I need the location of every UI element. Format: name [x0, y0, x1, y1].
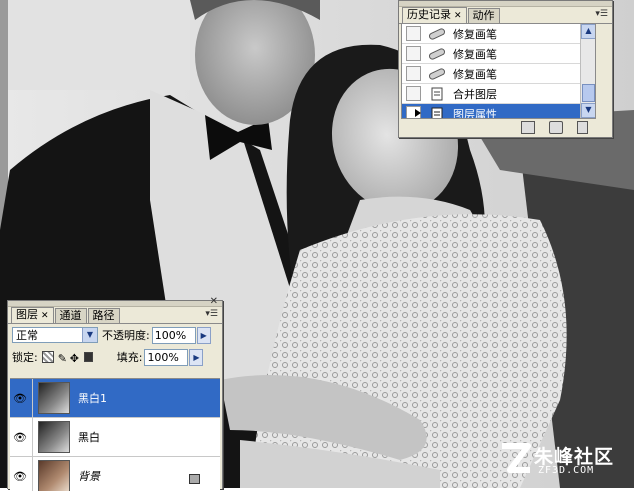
history-item-label: 图层属性: [453, 107, 497, 119]
fill-slider-arrow-icon[interactable]: ▶: [189, 348, 204, 366]
layer-name[interactable]: 背景: [78, 468, 100, 484]
padlock-icon: [189, 474, 200, 484]
panel-menu-icon[interactable]: ▾☰: [595, 9, 608, 19]
lock-fill-row: 锁定: ✎ ✥ 填充: 100% ▶: [8, 346, 222, 368]
watermark-subtext: ZF3D.COM: [538, 465, 595, 476]
lock-label: 锁定:: [12, 351, 38, 364]
opacity-label: 不透明度:: [102, 329, 150, 342]
history-item[interactable]: 修复画笔: [402, 44, 595, 64]
tab-channels[interactable]: 通道: [54, 308, 87, 323]
lock-transparent-icon[interactable]: [41, 351, 54, 363]
column-divider: [32, 379, 33, 417]
snapshot-source-checkbox[interactable]: [406, 66, 421, 81]
opacity-slider-arrow-icon[interactable]: ▶: [196, 326, 211, 344]
new-document-from-state-icon[interactable]: [521, 120, 535, 134]
layer-row-selected[interactable]: 👁 黑白1: [10, 379, 220, 418]
watermark-logo: 朱峰社区 ZF3D.COM: [498, 436, 628, 482]
tab-layers[interactable]: 图层 ✕: [11, 307, 54, 323]
healing-brush-icon: [428, 67, 446, 80]
fill-input[interactable]: 100%: [144, 348, 189, 366]
tab-history[interactable]: 历史记录 ✕: [402, 7, 467, 23]
document-step-icon: [431, 107, 443, 118]
eye-visibility-icon[interactable]: 👁: [10, 431, 30, 444]
history-scrollbar[interactable]: ▲ ▼: [580, 24, 595, 118]
close-icon[interactable]: ✕: [210, 297, 218, 307]
layer-thumbnail: [38, 382, 70, 414]
history-toolbar: [401, 119, 594, 135]
history-item[interactable]: 修复画笔: [402, 64, 595, 84]
column-divider: [32, 418, 33, 456]
layer-thumbnail: [38, 421, 70, 453]
blend-mode-value: 正常: [16, 329, 38, 342]
tab-actions[interactable]: 动作: [467, 8, 500, 23]
snapshot-source-checkbox[interactable]: [406, 46, 421, 61]
scroll-thumb[interactable]: [582, 84, 595, 102]
eye-visibility-icon[interactable]: 👁: [10, 470, 30, 483]
healing-brush-icon: [428, 27, 446, 40]
close-icon[interactable]: ✕: [454, 11, 462, 21]
history-item-label: 合并图层: [453, 87, 497, 101]
layers-tabs: 图层 ✕ 通道 路径 ▾☰: [8, 307, 222, 324]
panel-menu-icon[interactable]: ▾☰: [205, 309, 218, 319]
tab-paths[interactable]: 路径: [87, 308, 120, 323]
history-item-label: 修复画笔: [453, 27, 497, 41]
layer-name[interactable]: 黑白: [78, 429, 100, 445]
layer-row[interactable]: 👁 黑白: [10, 418, 220, 457]
history-item-label: 修复画笔: [453, 67, 497, 81]
close-icon[interactable]: ✕: [41, 311, 49, 321]
fill-label: 填充:: [116, 351, 143, 364]
blend-opacity-row: 正常 ▼ 不透明度: 100% ▶: [8, 324, 222, 346]
history-item-selected[interactable]: 图层属性: [402, 104, 595, 119]
history-list: 修复画笔 修复画笔 修复画笔 合并图层 图层属性 ▲ ▼: [401, 23, 596, 119]
lock-image-brush-icon[interactable]: ✎: [58, 352, 67, 365]
snapshot-source-checkbox[interactable]: [406, 26, 421, 41]
history-state-slider-icon[interactable]: [415, 109, 421, 117]
lock-all-padlock-icon[interactable]: [83, 352, 93, 362]
history-panel: 历史记录 ✕ 动作 ▾☰ 修复画笔 修复画笔 修复画笔 合并图层 图层属性 ▲ …: [398, 0, 613, 138]
layer-list: 👁 黑白1 👁 黑白 👁 背景: [10, 378, 220, 491]
blend-mode-select[interactable]: 正常 ▼: [12, 327, 98, 343]
healing-brush-icon: [428, 47, 446, 60]
history-item-label: 修复画笔: [453, 47, 497, 61]
layer-thumbnail: [38, 460, 70, 491]
layer-name[interactable]: 黑白1: [78, 390, 107, 406]
column-divider: [32, 457, 33, 491]
lock-position-move-icon[interactable]: ✥: [70, 352, 80, 365]
history-item[interactable]: 修复画笔: [402, 24, 595, 44]
trash-icon[interactable]: [577, 120, 588, 134]
scroll-down-icon[interactable]: ▼: [581, 103, 595, 118]
history-item[interactable]: 合并图层: [402, 84, 595, 104]
eye-visibility-icon[interactable]: 👁: [10, 392, 30, 405]
snapshot-source-checkbox[interactable]: [406, 86, 421, 101]
zf-logo-icon: [502, 443, 531, 473]
snapshot-source-checkbox[interactable]: [406, 106, 421, 118]
layers-panel: ✕ 图层 ✕ 通道 路径 ▾☰ 正常 ▼ 不透明度: 100% ▶ 锁定: ✎ ✥ …: [7, 297, 223, 491]
history-tabs: 历史记录 ✕ 动作 ▾☰: [399, 7, 612, 24]
layer-row[interactable]: 👁 背景: [10, 457, 220, 491]
opacity-input[interactable]: 100%: [151, 326, 196, 344]
create-snapshot-icon[interactable]: [549, 120, 563, 134]
scroll-up-icon[interactable]: ▲: [581, 24, 595, 39]
chevron-down-icon[interactable]: ▼: [82, 328, 97, 342]
document-step-icon: [431, 87, 443, 100]
